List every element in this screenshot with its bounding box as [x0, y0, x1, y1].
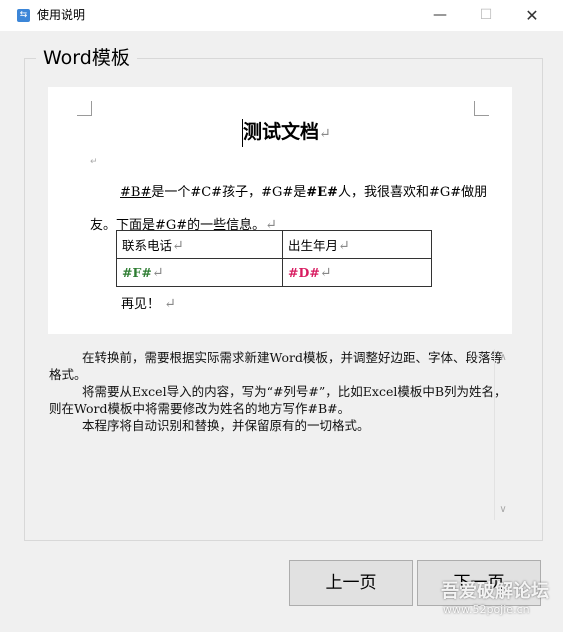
maximize-button[interactable]: ☐	[463, 0, 509, 31]
table-row: #F#↵ #D#↵	[116, 258, 432, 287]
word-document-preview: 测试文档↵ ↵ #B#是一个#C#孩子，#G#是#E#人，我很喜欢和#G#做朋友…	[48, 87, 512, 334]
placeholder-b: #B#	[120, 185, 152, 200]
window-title: 使用说明	[37, 8, 86, 22]
instruction-paragraph: 将需要从Excel导入的内容，写为“#列号#”，比如Excel模板中B列为姓名，…	[49, 384, 507, 416]
scroll-up-icon[interactable]: ∧	[497, 352, 509, 364]
margin-corner-top-right	[474, 101, 489, 116]
table-header-cell: 出生年月↵	[282, 230, 432, 259]
instruction-paragraph: 本程序将自动识别和替换，并保留原有的一切格式。	[82, 418, 370, 433]
instructions-scrollbar[interactable]: ∧ ∨	[494, 349, 510, 520]
placeholder-e: #E#	[306, 185, 338, 200]
margin-corner-top-left	[77, 101, 92, 116]
table-value-cell: #F#↵	[116, 258, 283, 287]
instruction-paragraph: 在转换前，需要根据实际需求新建Word模板，并调整好边距、字体、段落等格式。	[49, 350, 504, 382]
site-watermark: 吾爱破解论坛 www.52pojie.cn	[441, 581, 561, 617]
table-row: 联系电话↵ 出生年月↵	[116, 230, 432, 259]
close-button[interactable]: ✕	[509, 0, 555, 31]
minimize-button[interactable]: —	[417, 0, 463, 31]
group-label: Word模板	[36, 45, 137, 71]
watermark-title: 吾爱破解论坛	[441, 581, 549, 602]
table-header-cell: 联系电话↵	[116, 230, 283, 259]
document-title-text: 测试文档	[243, 121, 320, 143]
paragraph-text-1: 是一个#C#孩子，#G#是	[151, 185, 307, 200]
paragraph-mark: ↵	[319, 126, 331, 142]
info-table: 联系电话↵ 出生年月↵ #F#↵ #D#↵	[116, 230, 432, 287]
document-title: 测试文档↵	[242, 119, 331, 147]
app-icon: ⇆	[17, 9, 30, 22]
table-value-cell: #D#↵	[282, 258, 432, 287]
instructions-text[interactable]: 在转换前，需要根据实际需求新建Word模板，并调整好边距、字体、段落等格式。 将…	[49, 349, 512, 434]
previous-page-button[interactable]: 上一页	[289, 560, 413, 606]
watermark-url: www.52pojie.cn	[443, 603, 530, 616]
title-bar: ⇆ 使用说明 — ☐ ✕	[0, 0, 563, 31]
scroll-down-icon[interactable]: ∨	[497, 504, 509, 516]
empty-paragraph-mark: ↵	[90, 157, 98, 167]
closing-line: 再见！ ↵	[121, 296, 176, 312]
